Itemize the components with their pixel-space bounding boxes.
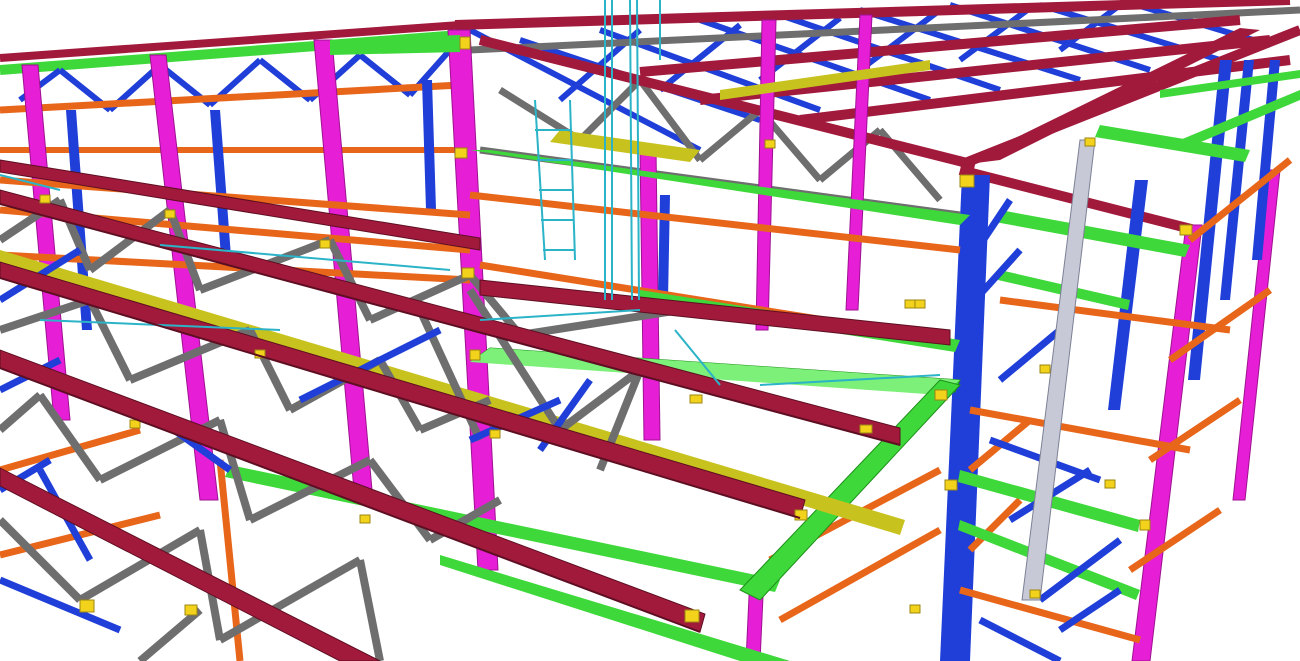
structure-svg bbox=[0, 0, 1300, 661]
steel-structure-render bbox=[0, 0, 1300, 661]
